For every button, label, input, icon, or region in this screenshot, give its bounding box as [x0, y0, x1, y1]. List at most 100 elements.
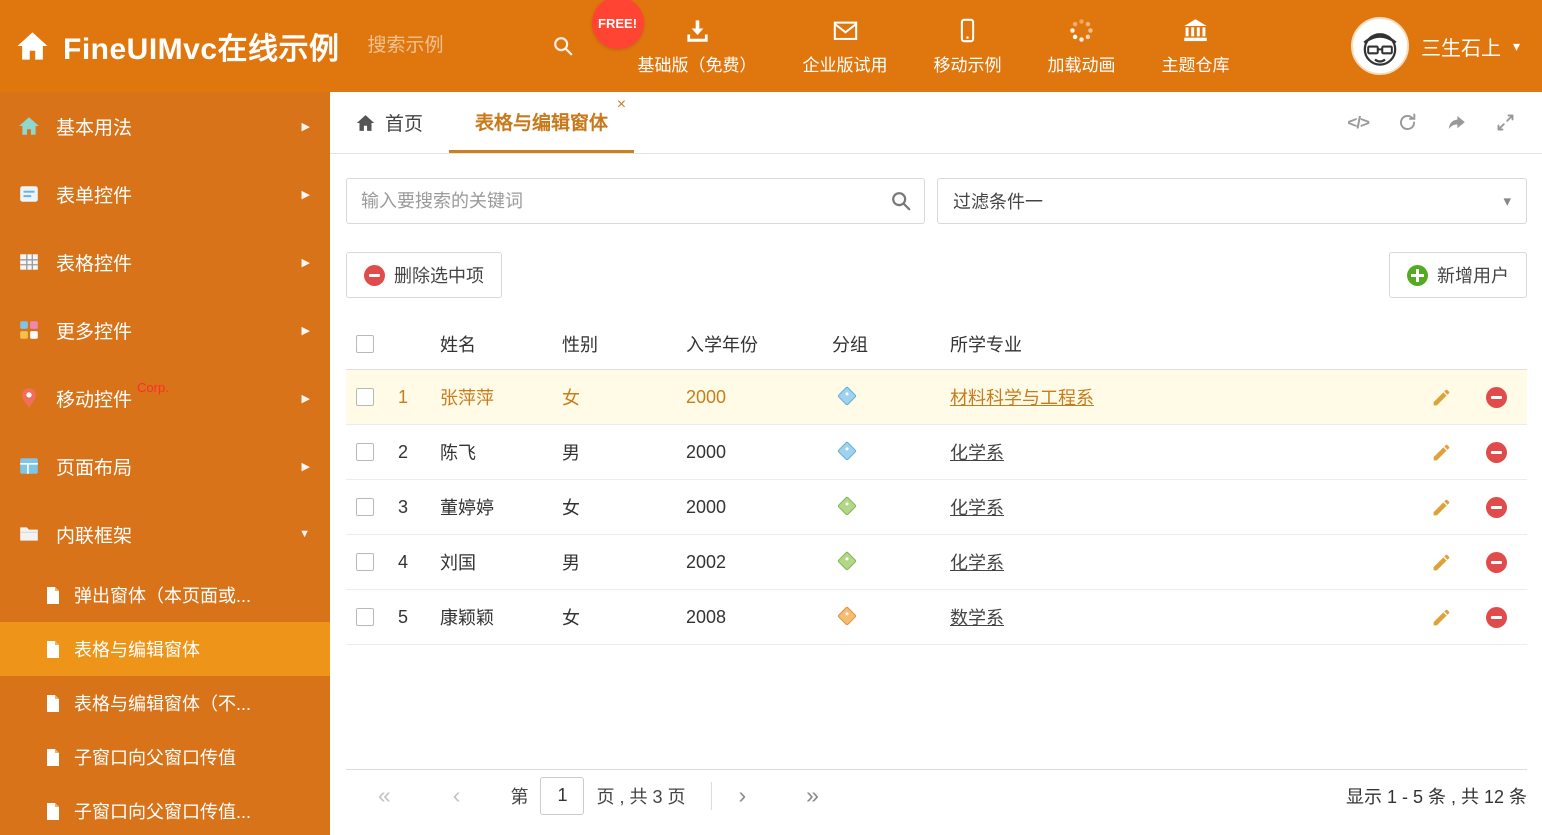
row-checkbox[interactable] — [356, 443, 374, 461]
home-icon — [16, 31, 49, 61]
delete-icon[interactable] — [1485, 441, 1507, 463]
column-header-year: 入学年份 — [686, 334, 758, 355]
app-title: FineUIMvc在线示例 — [63, 33, 340, 66]
tab-bar: 首页 表格与编辑窗体 × </> — [330, 92, 1542, 154]
row-checkbox[interactable] — [356, 388, 374, 406]
major-link[interactable]: 化学系 — [950, 498, 1004, 518]
table-row[interactable]: 4 刘国 男 2002 化学系 — [346, 535, 1527, 590]
prev-page-button[interactable]: ‹ — [453, 784, 461, 807]
page-number-input[interactable] — [540, 776, 585, 815]
next-page-button[interactable]: › — [738, 784, 746, 807]
table-row[interactable]: 5 康颖颖 女 2008 数学系 — [346, 590, 1527, 645]
chevron-right-icon: ▶ — [301, 120, 310, 133]
sidebar-item-basic-usage[interactable]: 基本用法 ▶ — [0, 92, 330, 160]
refresh-icon[interactable] — [1397, 112, 1418, 133]
last-page-button[interactable]: » — [806, 784, 819, 807]
header-search-input[interactable] — [365, 34, 516, 58]
sidebar-item-page-layout[interactable]: 页面布局 ▶ — [0, 432, 330, 500]
button-label: 新增用户 — [1437, 266, 1509, 286]
page-total-label: 页 , 共 3 页 — [596, 786, 686, 807]
cell-name: 康颖颖 — [440, 608, 494, 628]
chevron-down-icon: ▾ — [1503, 193, 1511, 210]
major-link[interactable]: 材料科学与工程系 — [950, 388, 1094, 408]
row-checkbox[interactable] — [356, 608, 374, 626]
delete-icon[interactable] — [1485, 551, 1507, 573]
table-header: 姓名 性别 入学年份 分组 所学专业 — [346, 318, 1527, 370]
sidebar-item-form-controls[interactable]: 表单控件 ▶ — [0, 160, 330, 228]
tab-toolbar: </> — [1347, 92, 1542, 153]
sidebar-subitem-grid-edit-window[interactable]: 表格与编辑窗体 — [0, 622, 330, 676]
table-icon — [18, 251, 40, 273]
sidebar-subitem-child-to-parent[interactable]: 子窗口向父窗口传值 — [0, 730, 330, 784]
filter-dropdown[interactable]: 过滤条件一 ▾ — [937, 178, 1527, 224]
delete-icon[interactable] — [1485, 606, 1507, 628]
tab-home[interactable]: 首页 — [330, 92, 449, 153]
fullscreen-icon[interactable] — [1495, 112, 1516, 133]
delete-selected-button[interactable]: 删除选中项 — [346, 252, 502, 298]
keyword-search-input[interactable] — [347, 190, 924, 212]
major-link[interactable]: 化学系 — [950, 553, 1004, 573]
search-icon[interactable] — [552, 35, 574, 57]
major-link[interactable]: 数学系 — [950, 608, 1004, 628]
table-row[interactable]: 3 董婷婷 女 2000 化学系 — [346, 480, 1527, 535]
search-icon[interactable] — [890, 190, 912, 212]
brand[interactable]: FineUIMvc在线示例 — [16, 24, 340, 68]
cell-year: 2000 — [686, 496, 727, 517]
avatar — [1350, 17, 1409, 75]
edit-icon[interactable] — [1431, 442, 1452, 463]
source-code-icon[interactable]: </> — [1347, 113, 1370, 133]
sidebar-item-more-controls[interactable]: 更多控件 ▶ — [0, 296, 330, 364]
sidebar-subitem-label: 子窗口向父窗口传值 — [74, 748, 236, 768]
home-icon — [356, 114, 375, 132]
sidebar-subitem-child-to-parent-2[interactable]: 子窗口向父窗口传值... — [0, 784, 330, 835]
close-icon[interactable]: × — [617, 97, 626, 113]
table-row[interactable]: 1 张萍萍 女 2000 材料科学与工程系 — [346, 370, 1527, 425]
edit-icon[interactable] — [1431, 497, 1452, 518]
main-content: 首页 表格与编辑窗体 × </> 输入要搜索的关键词 过滤条件一 ▾ 删除选中项… — [330, 92, 1542, 835]
user-menu[interactable]: 三生石上 ▾ — [1350, 17, 1520, 75]
major-link[interactable]: 化学系 — [950, 443, 1004, 463]
delete-icon[interactable] — [1485, 496, 1507, 518]
cell-gender: 男 — [562, 443, 580, 463]
spinner-icon — [1067, 16, 1096, 44]
cell-gender: 男 — [562, 553, 580, 573]
edit-icon[interactable] — [1431, 387, 1452, 408]
row-checkbox[interactable] — [356, 498, 374, 516]
tab-grid-edit-window[interactable]: 表格与编辑窗体 × — [449, 92, 635, 153]
nav-basic-free[interactable]: FREE! 基础版（免费） — [591, 0, 757, 76]
file-icon — [46, 802, 60, 820]
sidebar-item-mobile-controls[interactable]: 移动控件 Corp. ▶ — [0, 364, 330, 432]
nav-theme-store[interactable]: 主题仓库 — [1162, 16, 1230, 76]
add-user-button[interactable]: 新增用户 — [1389, 252, 1527, 298]
first-page-button[interactable]: « — [378, 784, 391, 807]
nav-enterprise-trial[interactable]: 企业版试用 — [803, 16, 888, 76]
table-row[interactable]: 2 陈飞 男 2000 化学系 — [346, 425, 1527, 480]
sidebar-item-grid-controls[interactable]: 表格控件 ▶ — [0, 228, 330, 296]
edit-icon[interactable] — [1431, 607, 1452, 628]
delete-icon[interactable] — [1485, 386, 1507, 408]
chevron-right-icon: ▶ — [301, 256, 310, 269]
row-checkbox[interactable] — [356, 553, 374, 571]
column-header-major: 所学专业 — [950, 334, 1022, 355]
header-search — [365, 34, 574, 58]
cell-name: 张萍萍 — [440, 388, 494, 408]
mobile-icon — [953, 16, 982, 44]
bank-icon — [1181, 16, 1210, 44]
sidebar-subitem-grid-edit-window-2[interactable]: 表格与编辑窗体（不... — [0, 676, 330, 730]
sidebar-item-label: 更多控件 — [56, 321, 133, 343]
edit-icon[interactable] — [1431, 552, 1452, 573]
nav-mobile-demo[interactable]: 移动示例 — [934, 16, 1002, 76]
sidebar-subitem-popup-window[interactable]: 弹出窗体（本页面或... — [0, 568, 330, 622]
sidebar-item-iframe[interactable]: 内联框架 ▼ — [0, 500, 330, 568]
app-header: FineUIMvc在线示例 FREE! 基础版（免费） 企业版试用 — [0, 0, 1542, 92]
share-icon[interactable] — [1446, 112, 1467, 133]
select-all-checkbox[interactable] — [356, 334, 374, 353]
cell-gender: 女 — [562, 608, 580, 628]
chevron-right-icon: ▶ — [301, 188, 310, 201]
cell-name: 陈飞 — [440, 443, 476, 463]
data-table: 姓名 性别 入学年份 分组 所学专业 1 张萍萍 女 2000 材料科学与工程系 — [346, 318, 1527, 645]
envelope-icon — [831, 16, 860, 44]
free-badge: FREE! — [591, 0, 644, 49]
tag-icon — [837, 495, 857, 516]
nav-loading-animation[interactable]: 加载动画 — [1048, 16, 1116, 76]
